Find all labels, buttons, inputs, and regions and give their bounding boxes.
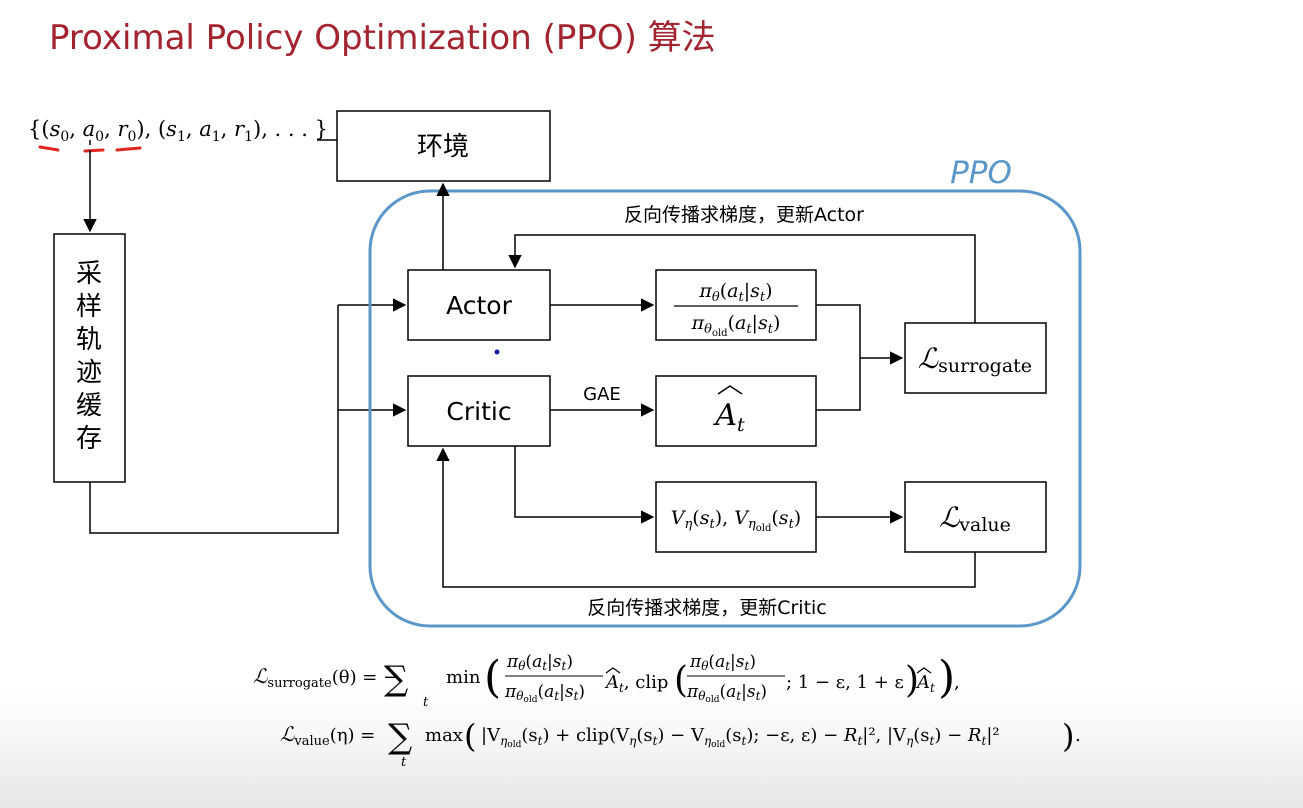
- svg-text:(: (: [484, 652, 501, 703]
- svg-text:πθold(at|st): πθold(at|st): [504, 682, 585, 705]
- svg-text:,: ,: [954, 672, 960, 693]
- svg-text:(: (: [674, 660, 688, 701]
- svg-text:t: t: [423, 695, 429, 710]
- trajectory-text: {(s0, a0, r0), (s1, a1, r1), . . . }: [28, 117, 328, 145]
- critic-label: Critic: [446, 397, 511, 426]
- svg-text:): ): [938, 652, 955, 703]
- svg-text:πθ(at|st): πθ(at|st): [506, 652, 573, 673]
- svg-text:缓: 缓: [76, 391, 102, 421]
- merge-line: [816, 304, 861, 411]
- actor-label: Actor: [446, 291, 513, 320]
- svg-text:.: .: [1075, 725, 1081, 746]
- actor-backprop-label: 反向传播求梯度，更新Actor: [624, 204, 864, 226]
- svg-text:|Vηold(st) + clip(Vη(st) − Vηo: |Vηold(st) + clip(Vη(st) − Vηold(st); −ε…: [481, 725, 1000, 750]
- critic-backprop-label: 反向传播求梯度，更新Critic: [587, 597, 827, 619]
- svg-text:At: At: [915, 672, 935, 695]
- svg-text:min: min: [446, 667, 481, 688]
- svg-text:迹: 迹: [76, 358, 102, 388]
- svg-text:max: max: [425, 725, 463, 746]
- svg-text:): ): [1062, 717, 1074, 755]
- svg-text:; 1 − ε, 1 + ε: ; 1 − ε, 1 + ε: [786, 672, 904, 693]
- svg-text:样: 样: [76, 292, 102, 322]
- svg-text:∑: ∑: [388, 717, 412, 757]
- value-formula: ℒvalue(η) = ∑ t max ( |Vηold(st) + clip(…: [280, 717, 1081, 770]
- cursor-dot: [494, 349, 500, 355]
- svg-text:t: t: [401, 755, 407, 770]
- svg-text:∑: ∑: [384, 659, 408, 699]
- ppo-diagram: {(s0, a0, r0), (s1, a1, r1), . . . } 环境 …: [28, 110, 1082, 770]
- ppo-label: PPO: [950, 155, 1012, 191]
- critic-to-value-arrow: [514, 446, 655, 524]
- surrogate-formula: ℒsurrogate(θ) = − ∑ t min ( πθ(at|st) πθ…: [253, 652, 960, 710]
- svg-text:采: 采: [76, 259, 102, 289]
- environment-label: 环境: [417, 132, 469, 162]
- svg-text:轨: 轨: [76, 325, 102, 355]
- svg-text:(: (: [464, 717, 476, 755]
- svg-text:ℒsurrogate(θ) = −: ℒsurrogate(θ) = −: [253, 664, 398, 691]
- svg-text:At, clip: At, clip: [604, 672, 668, 695]
- gae-label: GAE: [583, 384, 621, 405]
- svg-text:πθold(at|st): πθold(at|st): [686, 682, 767, 705]
- svg-text:存: 存: [76, 424, 102, 454]
- buffer-to-models-line: [89, 305, 339, 534]
- svg-text:πθ(at|st): πθ(at|st): [689, 652, 756, 673]
- svg-text:ℒvalue(η) =: ℒvalue(η) =: [280, 722, 375, 749]
